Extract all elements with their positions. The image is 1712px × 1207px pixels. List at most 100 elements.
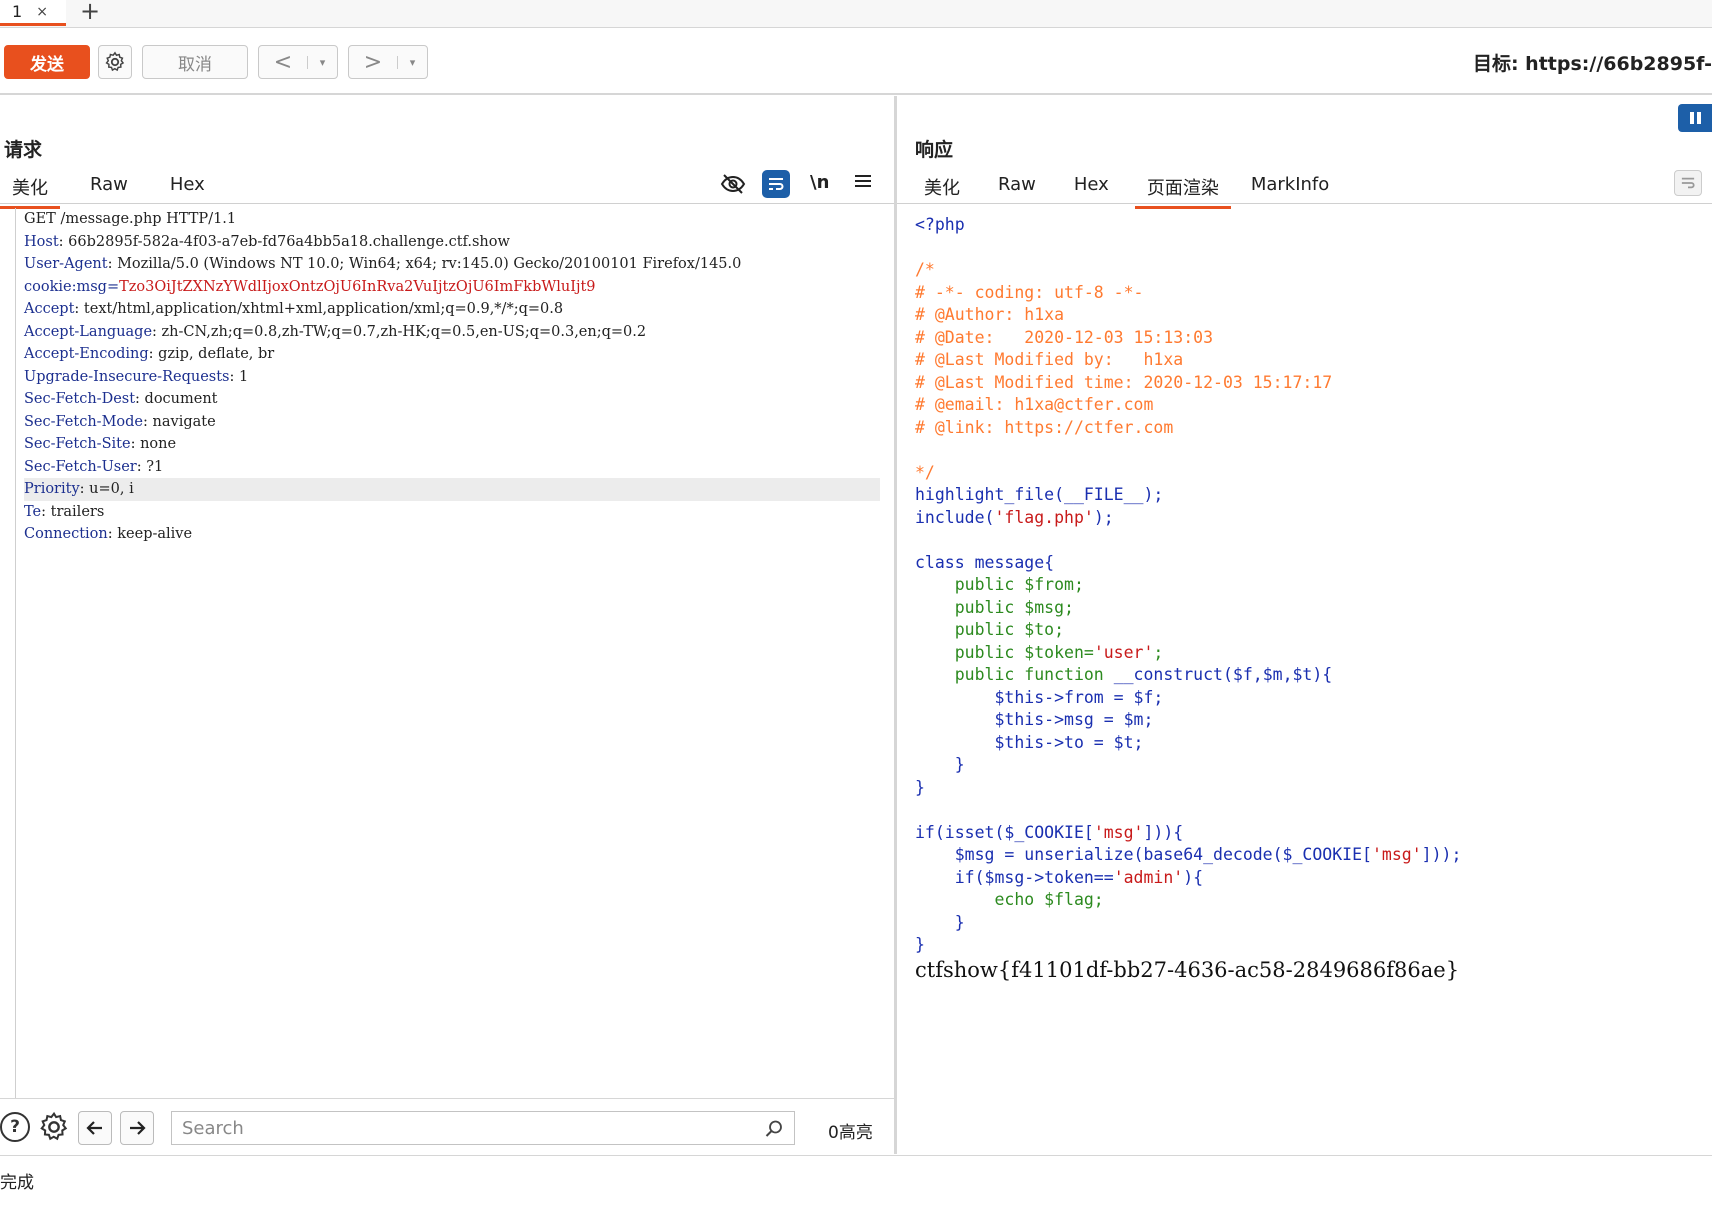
request-line[interactable]: User-Agent: Mozilla/5.0 (Windows NT 10.0…	[24, 253, 880, 276]
code-token: # @Author: h1xa	[915, 305, 1065, 324]
request-line[interactable]: Sec-Fetch-Site: none	[24, 433, 880, 456]
wrap-icon	[769, 178, 784, 190]
forward-nav-button[interactable]: > ▾	[348, 45, 428, 79]
code-line: }	[915, 912, 1705, 935]
code-token: # @Date: 2020-12-03 15:13:03	[915, 327, 1214, 347]
request-line[interactable]: Connection: keep-alive	[24, 523, 880, 546]
header-name: Sec-Fetch-Mode	[24, 413, 144, 430]
code-line: public function __construct($f,$m,$t){	[915, 664, 1705, 687]
help-icon[interactable]: ?	[0, 1112, 30, 1142]
request-line[interactable]: Accept: text/html,application/xhtml+xml,…	[24, 298, 880, 321]
header-separator: :	[107, 526, 118, 542]
back-arrow-icon[interactable]: <	[259, 50, 307, 75]
code-token: $this->from = $f;	[915, 687, 1164, 707]
request-line[interactable]: Priority: u=0, i	[24, 478, 880, 501]
forward-history-dropdown-icon[interactable]: ▾	[397, 55, 427, 69]
header-separator: =	[106, 278, 120, 295]
request-line[interactable]: Sec-Fetch-Dest: document	[24, 388, 880, 411]
code-line: echo $flag;	[915, 889, 1705, 912]
response-rendered-source: <?php /* # -*- coding: utf-8 -*- # @Author…	[915, 214, 1705, 957]
code-line: # @link: https://ctfer.com	[915, 417, 1705, 440]
search-settings-button[interactable]	[38, 1111, 70, 1147]
code-token: # @link: https://ctfer.com	[915, 417, 1174, 437]
settings-button[interactable]	[98, 45, 132, 79]
request-search-bar: ? Search 0高亮	[0, 1098, 894, 1154]
code-token: if($msg->token==	[915, 867, 1114, 887]
request-line[interactable]: Host: 66b2895f-582a-4f03-a7eb-fd76a4bb5a…	[24, 231, 880, 254]
target-label[interactable]: 目标: https://66b2895f-	[1473, 49, 1712, 76]
pause-button[interactable]	[1678, 104, 1712, 132]
code-line: $this->from = $f;	[915, 687, 1705, 710]
header-name: Sec-Fetch-Site	[24, 436, 131, 452]
menu-icon[interactable]	[854, 172, 872, 194]
code-line: public $token='user';	[915, 642, 1705, 665]
code-token: }	[915, 755, 965, 774]
header-separator: :	[74, 301, 84, 317]
request-line[interactable]: Accept-Language: zh-CN,zh;q=0.8,zh-TW;q=…	[24, 321, 880, 344]
header-separator: :	[41, 503, 51, 520]
header-separator: :	[58, 233, 69, 250]
code-token: public function	[915, 665, 1114, 684]
header-value: text/html,application/xhtml+xml,applicat…	[83, 301, 564, 317]
header-value: Mozilla/5.0 (Windows NT 10.0; Win64; x64…	[117, 256, 742, 272]
response-wrap-button[interactable]	[1674, 170, 1702, 196]
search-input[interactable]: Search	[171, 1111, 795, 1145]
code-token: 'user'	[1093, 642, 1154, 662]
code-line: # -*- coding: utf-8 -*-	[915, 282, 1705, 305]
code-token: /*	[915, 260, 935, 279]
code-line: $this->msg = $m;	[915, 709, 1705, 732]
code-line: $msg = unserialize(base64_decode($_COOKI…	[915, 844, 1705, 867]
back-nav-button[interactable]: < ▾	[258, 45, 338, 79]
code-line: public $from;	[915, 574, 1705, 597]
header-name: Sec-Fetch-User	[24, 458, 137, 475]
code-line: if(isset($_COOKIE['msg'])){	[915, 822, 1705, 845]
request-line[interactable]: Sec-Fetch-User: ?1	[24, 456, 880, 479]
code-token: include(	[915, 507, 995, 527]
request-line[interactable]: Upgrade-Insecure-Requests: 1	[24, 366, 880, 389]
newline-toggle-icon[interactable]: \n	[810, 172, 829, 193]
panel-divider[interactable]	[894, 96, 897, 1154]
hide-nonprintable-icon[interactable]	[720, 172, 746, 200]
search-icon	[765, 1120, 782, 1137]
word-wrap-toggle[interactable]	[762, 170, 790, 198]
header-value: none	[140, 436, 177, 452]
code-token: ]));	[1421, 845, 1462, 864]
request-line[interactable]: Sec-Fetch-Mode: navigate	[24, 411, 880, 434]
add-tab-icon[interactable]: +	[80, 0, 100, 23]
request-editor[interactable]: GET /message.php HTTP/1.1 Host: 66b2895f-…	[24, 208, 880, 546]
back-history-dropdown-icon[interactable]: ▾	[307, 55, 337, 69]
status-text: 完成	[0, 1173, 34, 1193]
send-button[interactable]: 发送	[4, 45, 90, 79]
header-value: gzip, deflate, br	[158, 346, 275, 362]
header-name: cookie:msg	[24, 278, 107, 295]
header-value: trailers	[50, 503, 105, 520]
request-line[interactable]: cookie:msg=Tzo3OiJtZXNzYWdlIjoxOntzOjU6I…	[24, 276, 880, 299]
search-next-button[interactable]	[120, 1111, 154, 1145]
code-line: */	[915, 462, 1705, 485]
code-token: <?php	[915, 215, 965, 234]
code-line: }	[915, 934, 1705, 957]
response-tabs-divider	[897, 203, 1712, 204]
header-separator: :	[135, 391, 145, 407]
code-line: # @Last Modified time: 2020-12-03 15:17:…	[915, 372, 1705, 395]
request-line[interactable]: Accept-Encoding: gzip, deflate, br	[24, 343, 880, 366]
tab-close-icon[interactable]: ×	[36, 4, 48, 20]
request-tab-1[interactable]: 1 ×	[0, 0, 66, 26]
cancel-button[interactable]: 取消	[142, 45, 248, 79]
code-token: public $token=	[915, 642, 1094, 662]
forward-arrow-icon[interactable]: >	[349, 50, 397, 75]
header-name: User-Agent	[24, 256, 108, 272]
code-token: # @Last Modified time: 2020-12-03 15:17:…	[915, 372, 1333, 392]
flag-output: ctfshow{f41101df-bb27-4636-ac58-2849686f…	[915, 958, 1460, 982]
search-previous-button[interactable]	[78, 1111, 112, 1145]
header-name: Sec-Fetch-Dest	[24, 391, 136, 407]
code-token: ])){	[1143, 822, 1184, 842]
request-line[interactable]: Te: trailers	[24, 501, 880, 524]
code-line: class message{	[915, 552, 1705, 575]
tab-strip: 1 × +	[0, 0, 1712, 28]
code-token: ){	[1183, 867, 1204, 887]
code-token: public $to;	[915, 620, 1065, 639]
request-line[interactable]: GET /message.php HTTP/1.1	[24, 208, 880, 231]
